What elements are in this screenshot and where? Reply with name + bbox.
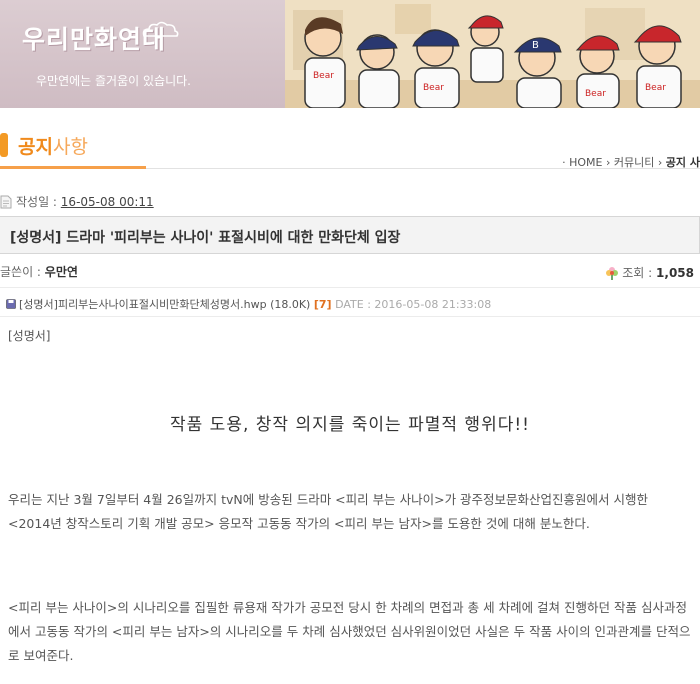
post-views-label: 조회 : — [622, 266, 657, 280]
page-title-rest: 사항 — [52, 136, 88, 158]
breadcrumb-separator-icon: › — [657, 156, 666, 169]
document-icon — [0, 195, 12, 209]
post-body-headline: 작품 도용, 창작 의지를 죽이는 파멸적 행위다!! — [170, 415, 530, 435]
cartoon-characters-image: Bear Bear B Bear Bear — [285, 0, 700, 108]
site-tagline: 우만연에는 즐거움이 있습니다. — [36, 74, 191, 88]
svg-text:Bear: Bear — [423, 83, 444, 93]
breadcrumb-current: 공지 사 — [665, 156, 700, 169]
post-date-label: 작성일 : — [16, 195, 61, 209]
attachment-download-count: [7] — [313, 298, 332, 311]
post-body-paragraph-2: <피리 부는 사나이>의 시나리오를 집필한 류용재 작가가 공모전 당시 한 … — [8, 600, 691, 663]
row-separator — [0, 287, 700, 288]
post-body-tag: [성명서] — [8, 329, 51, 343]
post-title-box: [성명서] 드라마 '피리부는 사나이' 표절시비에 대한 만화단체 입장 — [0, 216, 700, 254]
banner-cartoon-illustration: Bear Bear B Bear Bear — [285, 0, 700, 108]
section-accent-bar — [0, 133, 8, 157]
breadcrumb-community[interactable]: 커뮤니티 — [614, 156, 654, 169]
section-underline — [0, 166, 146, 169]
floppy-disk-icon — [6, 299, 16, 309]
svg-text:Bear: Bear — [313, 71, 334, 81]
post-date-value: 16-05-08 00:11 — [60, 195, 154, 209]
attachment-filename[interactable]: [성명서]피리부는사나이표절시비만화단체성명서.hwp — [19, 298, 267, 311]
attachment-row: [성명서]피리부는사나이표절시비만화단체성명서.hwp (18.0K) [7] … — [6, 296, 491, 312]
row-separator — [0, 316, 700, 317]
banner-logo-area[interactable]: 우리만화연대 우만연에는 즐거움이 있습니다. — [0, 0, 285, 108]
breadcrumb-separator-icon: › — [606, 156, 614, 169]
page-title: 공지사항 — [18, 132, 88, 159]
post-author-label: 글쓴이 : — [0, 265, 45, 279]
site-banner: 우리만화연대 우만연에는 즐거움이 있습니다. Bear Bear B Bear… — [0, 0, 700, 108]
post-title: [성명서] 드라마 '피리부는 사나이' 표절시비에 대한 만화단체 입장 — [10, 230, 401, 246]
page-title-bold: 공지 — [18, 136, 53, 158]
post-author[interactable]: 우만연 — [45, 265, 78, 279]
post-views-count: 1,058 — [656, 266, 694, 280]
svg-text:B: B — [532, 40, 539, 51]
post-views: 조회 : 1,058 — [604, 264, 694, 281]
post-body-paragraph-1: 우리는 지난 3월 7일부터 4월 26일까지 tvN에 방송된 드라마 <피리… — [8, 492, 649, 531]
post-author-row: 글쓴이 : 우만연 — [0, 263, 78, 280]
svg-text:Bear: Bear — [645, 83, 666, 93]
attachment-date: DATE : 2016-05-08 21:33:08 — [335, 298, 492, 311]
logo-cloud-icon — [142, 21, 179, 37]
breadcrumb: · HOME › 커뮤니티 › 공지 사 — [562, 154, 700, 170]
flower-icon — [606, 267, 619, 280]
post-date-row: 작성일 : 16-05-08 00:11 — [0, 193, 154, 210]
attachment-size: (18.0K) — [270, 298, 311, 311]
breadcrumb-home[interactable]: HOME — [569, 156, 602, 169]
svg-text:Bear: Bear — [585, 89, 606, 99]
